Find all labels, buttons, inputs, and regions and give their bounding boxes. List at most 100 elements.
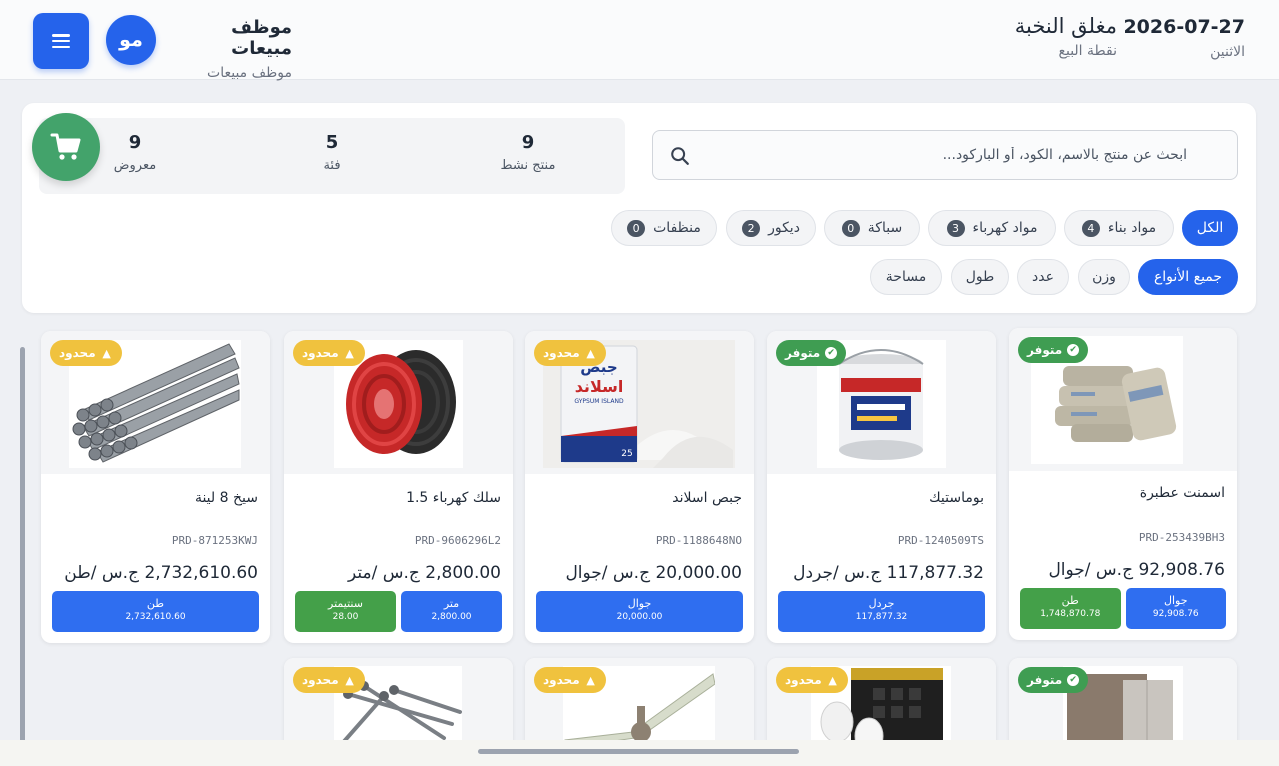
category-building[interactable]: مواد بناء 4: [1064, 210, 1174, 246]
user-role: موظف مبيعات: [207, 65, 292, 81]
unit-buttons: جردل 117,877.32: [778, 591, 985, 632]
bottom-bar: [0, 740, 1279, 766]
category-cleaners[interactable]: منظفات 0: [611, 210, 717, 246]
unit-button[interactable]: متر 2,800.00: [401, 591, 502, 632]
unit-price: 2,732,610.60: [125, 612, 186, 622]
product-name: بوماستيك: [929, 490, 984, 506]
product-name: اسمنت عطبرة: [1139, 485, 1225, 501]
unit-buttons: طن 2,732,610.60: [52, 591, 259, 632]
product-price: 20,000.00 ج.س /جوال: [565, 563, 742, 583]
warning-icon: ▲: [586, 673, 595, 687]
category-label: ديكور: [768, 220, 800, 236]
search-icon[interactable]: [669, 145, 691, 167]
stat-value: 9: [128, 132, 142, 153]
unit-button[interactable]: جوال 20,000.00: [536, 591, 743, 632]
unit-price: 28.00: [332, 612, 359, 622]
category-count: 0: [627, 219, 646, 237]
product-image-area: جبص اسلاند GYPSUM ISLAND 25 ▲ محدود: [525, 331, 754, 474]
search-input[interactable]: [707, 143, 1187, 167]
stock-badge-label: محدود: [59, 346, 96, 360]
warning-icon: ▲: [345, 673, 354, 687]
unit-name: طن: [1061, 594, 1079, 607]
product-card[interactable]: ▲ محدود سيخ 8 لينة PRD-871253KWJ 2,732,6…: [41, 331, 270, 643]
stock-badge-label: متوفر: [785, 346, 821, 360]
search-box[interactable]: [652, 130, 1238, 180]
category-label: مواد كهرباء: [972, 220, 1038, 236]
category-all[interactable]: الكل: [1182, 210, 1238, 246]
unit-name: طن: [146, 597, 165, 610]
product-image-area: ✔ متوفر: [1009, 328, 1237, 471]
avatar[interactable]: مو: [106, 15, 156, 65]
product-image-area: ✔ متوفر: [767, 331, 996, 474]
product-name: سلك كهرباء 1.5: [406, 490, 501, 506]
unit-button[interactable]: سنتيمتر 28.00: [295, 591, 396, 632]
category-count: 0: [841, 219, 860, 237]
stock-badge-label: متوفر: [1027, 673, 1063, 687]
product-card[interactable]: ▲ محدود سلك كهرباء 1.5 PRD-9606296L2 2,8…: [284, 331, 513, 643]
unit-button[interactable]: طن 2,732,610.60: [52, 591, 259, 632]
warning-icon: ▲: [345, 346, 354, 360]
product-card[interactable]: جبص اسلاند GYPSUM ISLAND 25 ▲ محدود جبص …: [525, 331, 754, 643]
category-label: منظفات: [653, 220, 701, 236]
stock-badge: ✔ متوفر: [776, 340, 847, 366]
unit-price: 117,877.32: [855, 612, 908, 622]
stat-label: فئة: [323, 158, 341, 173]
category-label: الكل: [1196, 220, 1224, 236]
user-block: موظف مبيعات موظف مبيعات: [170, 17, 292, 81]
unit-type-length[interactable]: طول: [951, 259, 1009, 295]
check-icon: ✔: [1067, 344, 1080, 356]
cart-button[interactable]: [32, 113, 100, 181]
category-label: مواد بناء: [1107, 220, 1157, 236]
unit-type-label: طول: [965, 269, 995, 285]
store-subtitle: نقطة البيع: [1058, 43, 1117, 59]
product-image-area: ▲ محدود: [41, 331, 270, 474]
product-price: 92,908.76 ج.س /جوال: [1048, 560, 1225, 580]
product-card[interactable]: ✔ متوفر بوماستيك PRD-1240509TS 117,877.3…: [767, 331, 996, 643]
unit-buttons: متر 2,800.00 سنتيمتر 28.00: [295, 591, 502, 632]
check-icon: ✔: [1067, 674, 1080, 686]
gypsum-en: GYPSUM ISLAND: [574, 398, 624, 405]
category-plumbing[interactable]: سباكة 0: [824, 210, 920, 246]
store-name: مغلق النخبة: [1014, 14, 1117, 38]
unit-button[interactable]: جردل 117,877.32: [778, 591, 985, 632]
unit-name: جوال: [1163, 594, 1188, 607]
warning-icon: ▲: [586, 346, 595, 360]
stock-badge-label: محدود: [785, 673, 822, 687]
stock-badge: ✔ متوفر: [1018, 337, 1089, 363]
hamburger-icon: [52, 34, 70, 48]
stat-active-products: 9 منتج نشط: [478, 132, 578, 173]
stock-badge-label: محدود: [543, 673, 580, 687]
stock-badge-label: محدود: [302, 673, 339, 687]
stock-badge: ▲ محدود: [293, 340, 365, 366]
unit-button[interactable]: طن 1,748,870.78: [1020, 588, 1121, 629]
unit-button[interactable]: جوال 92,908.76: [1125, 588, 1226, 629]
gypsum-weight: 25: [621, 449, 632, 459]
cart-icon: [50, 133, 81, 160]
unit-type-weight[interactable]: وزن: [1078, 259, 1130, 295]
stock-badge: ▲ محدود: [776, 667, 848, 693]
unit-type-label: جميع الأنواع: [1153, 269, 1223, 285]
unit-type-label: وزن: [1092, 269, 1116, 285]
filter-panel: 9 منتج نشط 5 فئة 9 معروض الكل مواد بناء …: [22, 103, 1256, 313]
category-decor[interactable]: ديكور 2: [726, 210, 816, 246]
product-grid-scrollbar[interactable]: [20, 347, 25, 747]
stock-badge-label: متوفر: [1027, 343, 1063, 357]
unit-buttons: جوال 20,000.00: [536, 591, 743, 632]
unit-type-area[interactable]: مساحة: [870, 259, 942, 295]
unit-price: 92,908.76: [1152, 609, 1199, 619]
menu-button[interactable]: [33, 13, 89, 69]
user-name: موظف مبيعات: [231, 17, 292, 59]
category-count: 3: [946, 219, 965, 237]
unit-name: متر: [443, 597, 460, 610]
gypsum-title2: اسلاند: [575, 377, 624, 396]
unit-price: 2,800.00: [431, 612, 472, 622]
unit-type-all[interactable]: جميع الأنواع: [1138, 259, 1238, 295]
product-price: 2,732,610.60 ج.س /طن: [64, 563, 258, 583]
unit-type-count[interactable]: عدد: [1017, 259, 1069, 295]
product-card[interactable]: ✔ متوفر اسمنت عطبرة PRD-253439BH3 92,908…: [1009, 328, 1237, 640]
stats-box: 9 منتج نشط 5 فئة 9 معروض: [39, 118, 625, 194]
category-electrical[interactable]: مواد كهرباء 3: [928, 210, 1056, 246]
unit-name: جوال: [627, 597, 652, 610]
product-sku: PRD-871253KWJ: [171, 534, 258, 547]
home-indicator[interactable]: [478, 749, 799, 754]
